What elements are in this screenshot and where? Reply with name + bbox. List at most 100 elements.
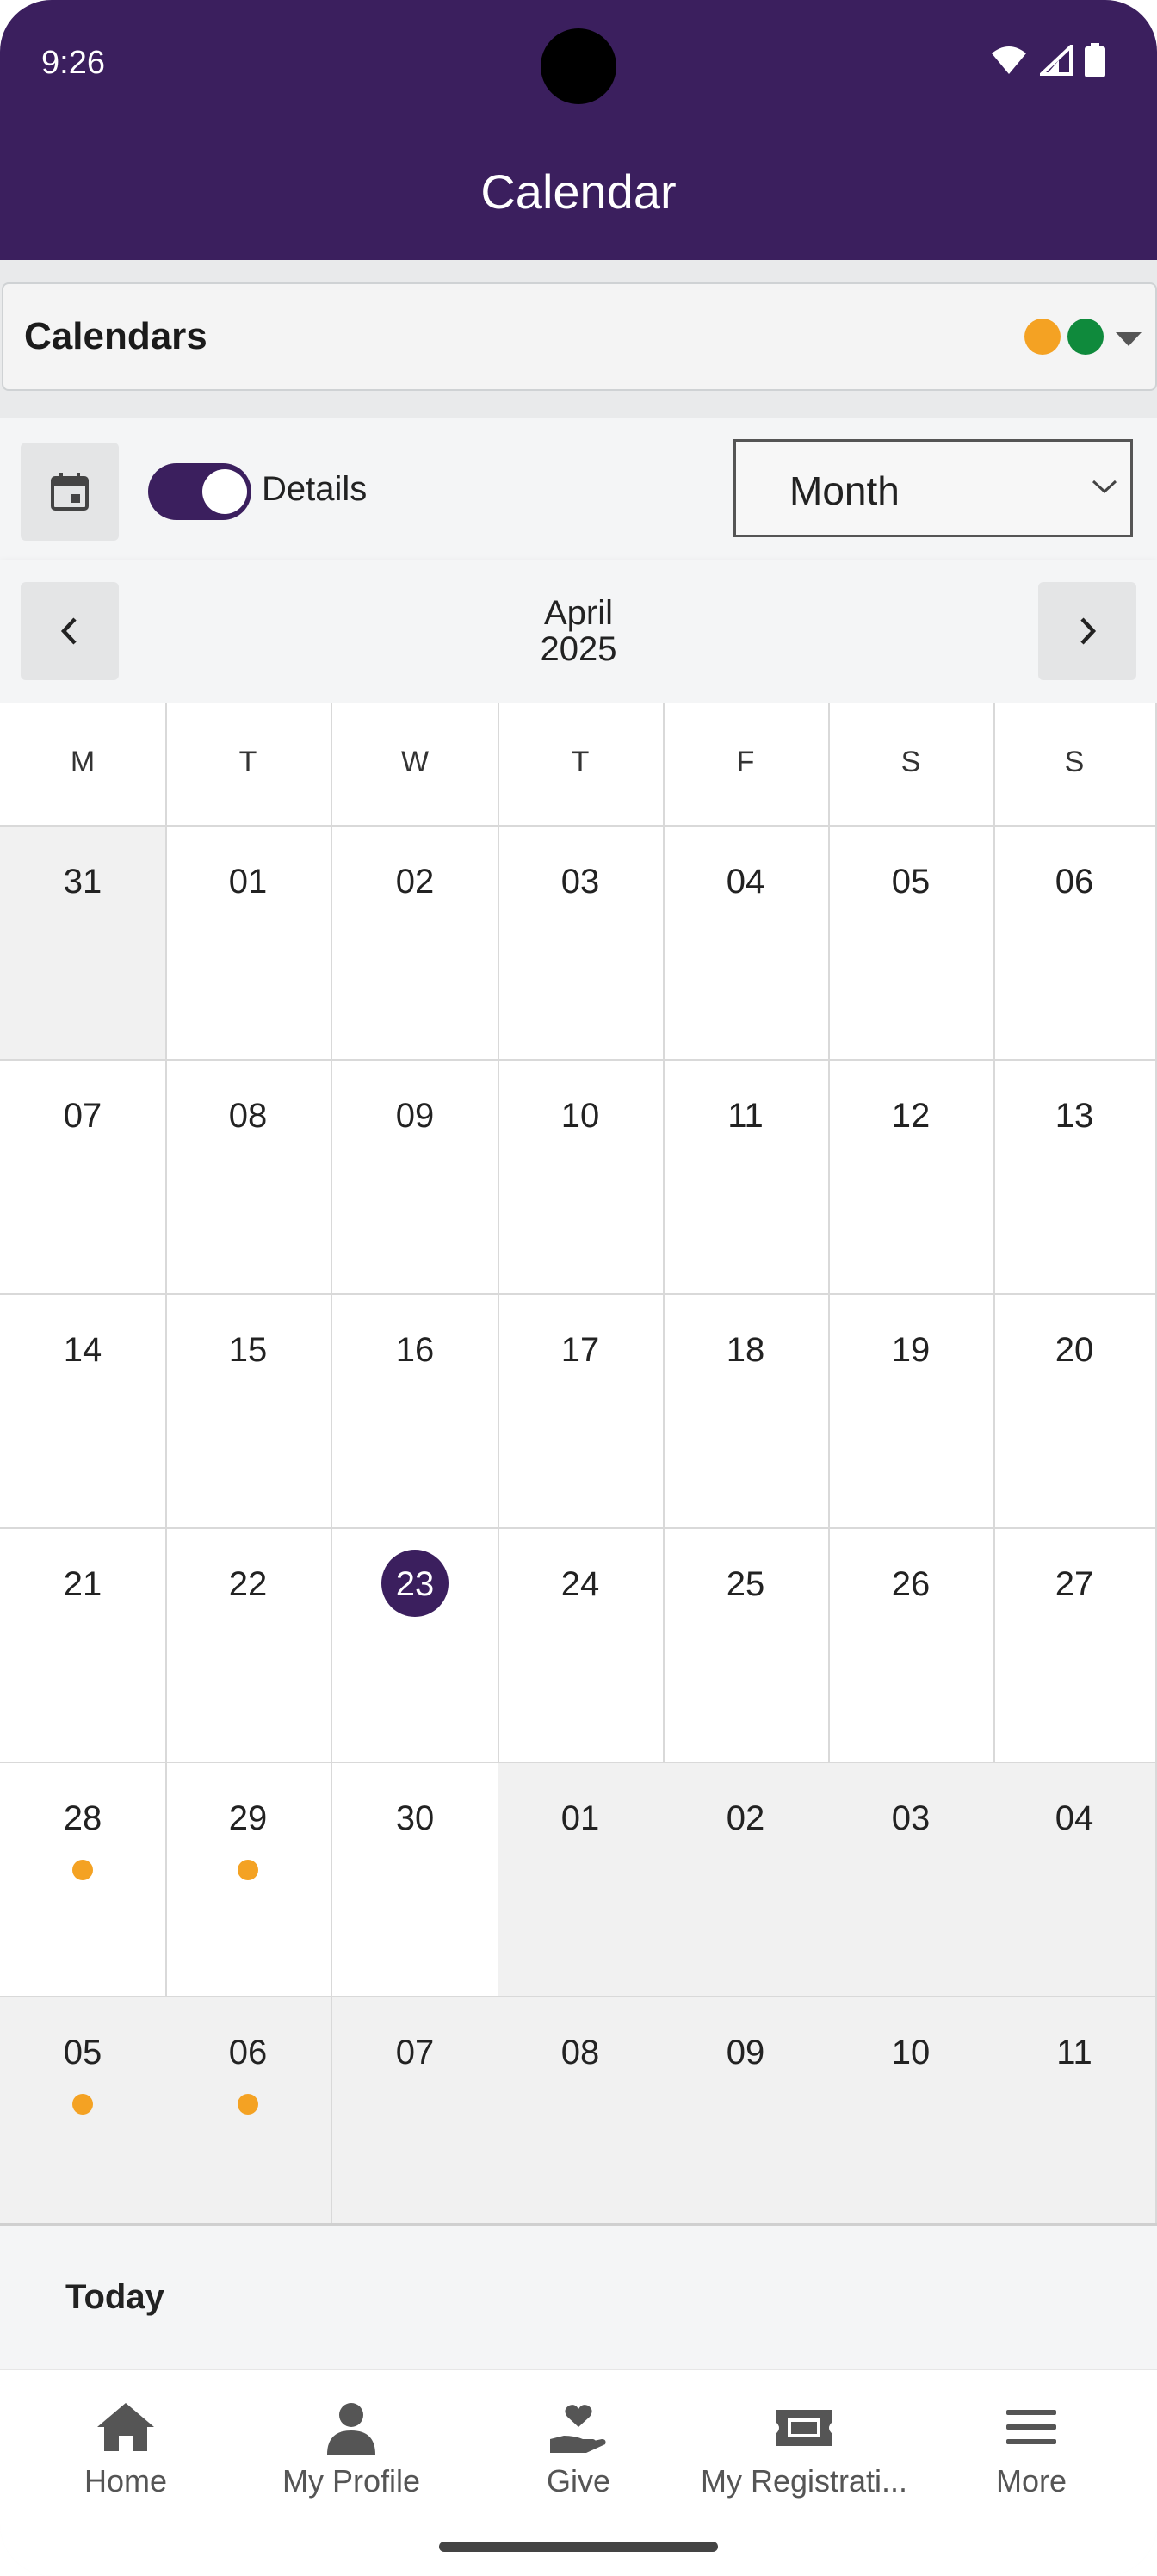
day-cell[interactable]: 30	[332, 1763, 499, 1997]
event-dot	[72, 2094, 93, 2115]
day-number: 27	[1055, 1565, 1094, 1603]
day-number: 31	[63, 863, 102, 901]
day-cell[interactable]: 03	[828, 1763, 995, 1997]
nav-give[interactable]: Give	[463, 2370, 694, 2508]
details-toggle[interactable]	[148, 463, 251, 520]
day-cell[interactable]: 09	[332, 1061, 499, 1295]
weekday-label: T	[238, 746, 257, 778]
calendar-color-dot	[1067, 319, 1104, 355]
calendars-label: Calendars	[24, 315, 207, 357]
app-screen: 9:26 Calendar Calendars Details Month Ap…	[0, 0, 1157, 2576]
next-month-button[interactable]	[1038, 582, 1136, 680]
day-cell[interactable]: 06	[165, 1997, 332, 2232]
day-number: 04	[1055, 1799, 1094, 1837]
weekday-header: S	[993, 703, 1157, 827]
weekday-header: F	[663, 703, 830, 827]
date-picker-button[interactable]	[21, 443, 119, 541]
today-heading: Today	[65, 2278, 164, 2316]
event-dot	[238, 2094, 258, 2115]
day-cell[interactable]: 17	[498, 1295, 665, 1529]
day-cell[interactable]: 24	[498, 1529, 665, 1763]
nav-home[interactable]: Home	[10, 2370, 241, 2508]
day-cell[interactable]: 04	[993, 1763, 1157, 1997]
weekday-label: M	[70, 746, 96, 778]
day-number: 18	[726, 1331, 765, 1369]
home-indicator[interactable]	[439, 2542, 718, 2552]
day-cell[interactable]: 13	[993, 1061, 1157, 1295]
calendar-toolbar: Details Month	[0, 420, 1157, 560]
day-cell[interactable]: 29	[165, 1763, 332, 1997]
day-cell-today[interactable]: 23	[332, 1529, 499, 1763]
day-number: 21	[63, 1565, 102, 1603]
day-cell[interactable]: 21	[0, 1529, 167, 1763]
day-cell[interactable]: 16	[332, 1295, 499, 1529]
caret-down-icon	[1116, 332, 1142, 346]
day-number: 01	[228, 863, 268, 901]
day-number: 02	[726, 1799, 765, 1837]
day-cell[interactable]: 06	[993, 827, 1157, 1061]
day-cell[interactable]: 28	[0, 1763, 167, 1997]
day-cell[interactable]: 20	[993, 1295, 1157, 1529]
day-number: 05	[891, 863, 931, 901]
day-number: 07	[63, 1097, 102, 1135]
nav-my-profile[interactable]: My Profile	[236, 2370, 467, 2508]
day-number: 30	[395, 1799, 435, 1837]
nav-more[interactable]: More	[916, 2370, 1147, 2508]
weekday-label: W	[400, 746, 430, 778]
weekday-header: W	[332, 703, 499, 827]
day-cell[interactable]: 02	[332, 827, 499, 1061]
toggle-knob	[202, 469, 247, 514]
wifi-icon	[992, 46, 1026, 74]
day-number: 10	[560, 1097, 600, 1135]
nav-label: My Profile	[282, 2463, 421, 2499]
day-cell[interactable]: 26	[828, 1529, 995, 1763]
day-cell[interactable]: 05	[828, 827, 995, 1061]
day-cell[interactable]: 14	[0, 1295, 167, 1529]
day-cell[interactable]: 01	[165, 827, 332, 1061]
day-number: 07	[395, 2034, 435, 2071]
day-cell[interactable]: 07	[332, 1997, 499, 2232]
status-icons	[990, 43, 1105, 77]
day-cell[interactable]: 31	[0, 827, 167, 1061]
day-cell[interactable]: 05	[0, 1997, 167, 2232]
give-icon	[550, 2405, 606, 2453]
weekday-header: T	[498, 703, 665, 827]
month-grid: M T W T F S S 31 01 02 03 04 05 06 07 08 09 10 11 12 13 14 15 1…	[0, 703, 1157, 2232]
day-number: 15	[228, 1331, 268, 1369]
day-cell[interactable]: 27	[993, 1529, 1157, 1763]
day-cell[interactable]: 03	[498, 827, 665, 1061]
day-number: 20	[1055, 1331, 1094, 1369]
day-number: 12	[891, 1097, 931, 1135]
day-cell[interactable]: 09	[663, 1997, 830, 2232]
day-number: 23	[395, 1565, 435, 1603]
calendars-dropdown[interactable]: Calendars	[2, 282, 1157, 391]
nav-my-registrations[interactable]: My Registrati...	[689, 2370, 919, 2508]
ticket-icon	[776, 2410, 832, 2446]
day-cell[interactable]: 08	[498, 1997, 665, 2232]
day-cell[interactable]: 10	[498, 1061, 665, 1295]
camera-cutout	[541, 28, 616, 104]
day-cell[interactable]: 07	[0, 1061, 167, 1295]
view-select[interactable]: Month	[733, 439, 1133, 537]
day-cell[interactable]: 11	[663, 1061, 830, 1295]
day-cell[interactable]: 22	[165, 1529, 332, 1763]
day-cell[interactable]: 12	[828, 1061, 995, 1295]
day-cell[interactable]: 01	[498, 1763, 665, 1997]
day-number: 28	[63, 1799, 102, 1837]
day-cell[interactable]: 25	[663, 1529, 830, 1763]
day-cell[interactable]: 08	[165, 1061, 332, 1295]
day-cell[interactable]: 18	[663, 1295, 830, 1529]
day-number: 13	[1055, 1097, 1094, 1135]
nav-label: My Registrati...	[700, 2463, 908, 2499]
day-cell[interactable]: 04	[663, 827, 830, 1061]
day-number: 02	[395, 863, 435, 901]
day-cell[interactable]: 02	[663, 1763, 830, 1997]
chevron-right-icon	[1080, 617, 1097, 645]
day-cell[interactable]: 15	[165, 1295, 332, 1529]
weekday-label: S	[1064, 746, 1085, 778]
day-number: 06	[228, 2034, 268, 2071]
nav-label: Home	[84, 2463, 168, 2499]
day-cell[interactable]: 10	[828, 1997, 995, 2232]
day-cell[interactable]: 19	[828, 1295, 995, 1529]
day-cell[interactable]: 11	[993, 1997, 1157, 2232]
